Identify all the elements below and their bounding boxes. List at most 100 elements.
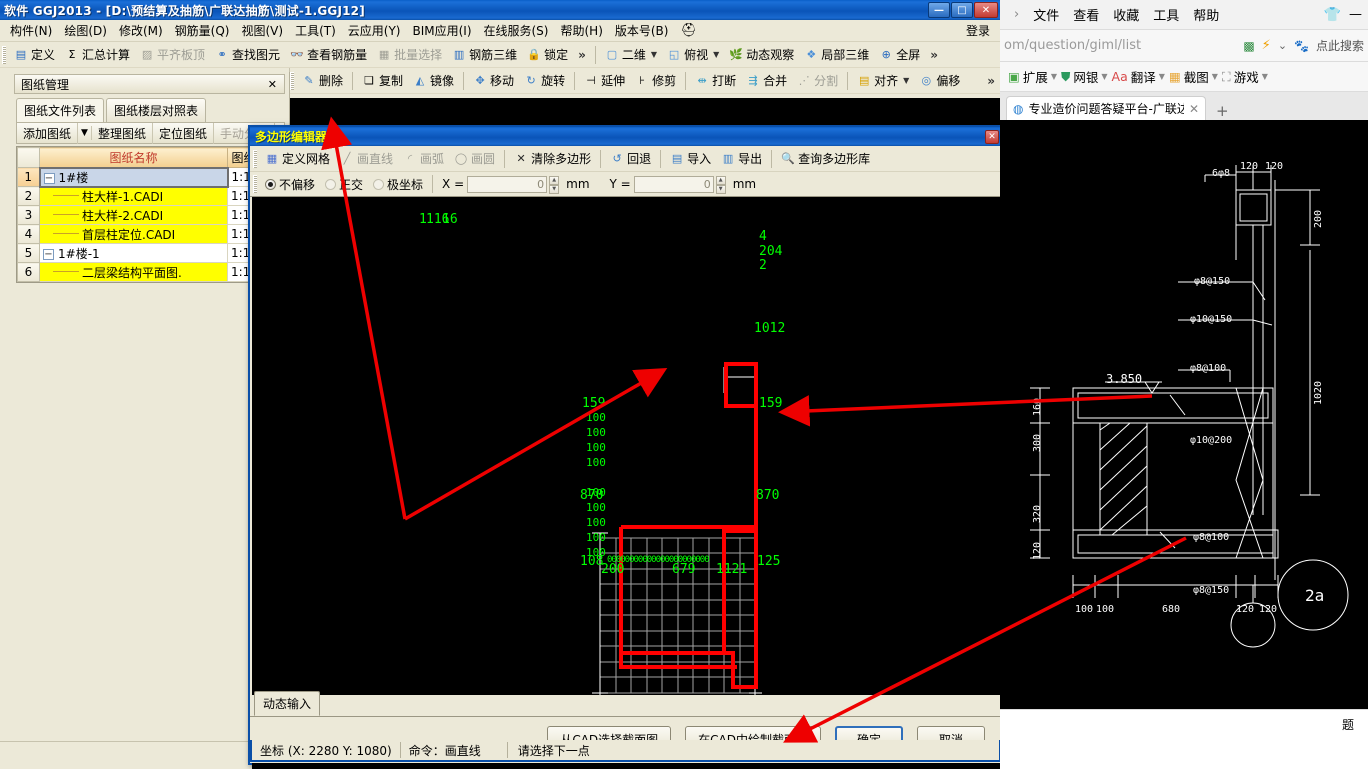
radio-orthogonal[interactable]: 正交 (320, 175, 368, 194)
row-drawing-name[interactable]: 柱大样-2.CADI (39, 205, 228, 225)
cad-detail-viewport[interactable]: 6φ8 120 120 200 1020 φ8@150 φ10@150 φ8@1… (1000, 120, 1368, 730)
new-tab-button[interactable]: + (1206, 102, 1239, 120)
radio-orthogonal-dot[interactable] (325, 178, 337, 190)
row-drawing-name[interactable]: 二层梁结构平面图. (39, 262, 228, 282)
browser-minimize-button[interactable]: — (1349, 7, 1362, 22)
dialog-toolbar-grip[interactable] (253, 149, 257, 168)
row-drawing-name[interactable]: −1#楼-1 (39, 243, 228, 263)
bank-button[interactable]: ⛊ 网银 ▼ (1061, 67, 1108, 86)
locate-drawing-button[interactable]: 定位图纸 (153, 122, 214, 144)
menu-item-modify[interactable]: 修改(M) (113, 20, 169, 41)
chevron-down-icon-2[interactable]: ▼ (711, 50, 719, 59)
close-button[interactable]: ✕ (974, 2, 998, 18)
row-drawing-name[interactable]: 首层柱定位.CADI (39, 224, 228, 244)
tree-expander-icon[interactable]: − (43, 172, 55, 184)
radio-no-offset[interactable]: 不偏移 (260, 175, 320, 194)
y-input[interactable]: 0 (633, 175, 714, 193)
helmet-icon[interactable]: ⛑ (674, 23, 703, 38)
paw-icon[interactable]: 🐾 (1294, 39, 1309, 53)
tool-align[interactable]: ▤ 对齐 ▼ (852, 71, 914, 90)
toolbar-grip[interactable] (2, 45, 6, 64)
row-drawing-name[interactable]: −1#楼 (38, 166, 229, 188)
toolbar1-overflow-button[interactable]: » (573, 48, 591, 62)
tool-break[interactable]: ⇹ 打断 (690, 71, 741, 90)
radio-no-offset-dot[interactable] (265, 178, 276, 190)
browser-menu-view[interactable]: 查看 (1073, 5, 1099, 24)
tool-offset[interactable]: ◎ 偏移 (914, 71, 965, 90)
menu-item-component[interactable]: 构件(N) (4, 20, 58, 41)
chevron-down-icon[interactable]: ▼ (1051, 72, 1057, 81)
tool-view-rebar-qty[interactable]: 👓 查看钢筋量 (285, 45, 372, 64)
screenshot-button[interactable]: ▦ 截图 ▼ (1169, 67, 1218, 86)
menu-item-version[interactable]: 版本号(B) (609, 20, 675, 41)
radio-polar-dot[interactable] (373, 178, 385, 190)
menu-item-rebar[interactable]: 钢筋量(Q) (169, 20, 236, 41)
modify-toolbar-grip[interactable] (290, 71, 294, 90)
chevron-down-icon[interactable]: ▼ (1101, 72, 1107, 81)
y-spinner[interactable]: ▲ ▼ (715, 175, 726, 194)
chevron-down-icon[interactable]: ▼ (1262, 72, 1268, 81)
menu-item-tools[interactable]: 工具(T) (289, 20, 342, 41)
login-button[interactable]: 登录 (956, 20, 1000, 41)
table-row[interactable]: 5 −1#楼-1 1:1 (17, 243, 284, 263)
menu-item-help[interactable]: 帮助(H) (554, 20, 608, 41)
tool-query-polygon-lib[interactable]: 🔍 查询多边形库 (776, 149, 875, 168)
search-placeholder[interactable]: 点此搜索 (1316, 37, 1364, 54)
browser-menu-file[interactable]: 文件 (1033, 5, 1059, 24)
close-icon[interactable]: ✕ (264, 78, 281, 91)
tool-extend[interactable]: ⊣ 延伸 (579, 71, 630, 90)
tool-rebar-3d[interactable]: ▥ 钢筋三维 (447, 45, 522, 64)
tool-delete[interactable]: ✎ 删除 (297, 71, 348, 90)
chevron-down-icon[interactable]: ⌄ (1278, 39, 1287, 52)
tool-local-3d[interactable]: ❖ 局部三维 (799, 45, 874, 64)
tool-move[interactable]: ✥ 移动 (468, 71, 519, 90)
table-row[interactable]: 6 二层梁结构平面图. 1:1 (17, 262, 284, 282)
maximize-button[interactable]: □ (951, 2, 973, 18)
tool-dynamic-observe[interactable]: 🌿 动态观察 (724, 45, 799, 64)
table-row[interactable]: 4 首层柱定位.CADI 1:1 (17, 224, 284, 244)
tool-define[interactable]: ▤ 定义 (9, 45, 60, 64)
chevron-down-icon-3[interactable]: ▼ (901, 76, 909, 85)
browser-tab[interactable]: ◍ 专业造价问题答疑平台-广联达服 ✕ (1006, 96, 1206, 120)
chevron-right-icon[interactable]: › (1014, 7, 1019, 22)
game-button[interactable]: ⛶ 游戏 ▼ (1222, 67, 1268, 86)
tool-copy[interactable]: ❏ 复制 (357, 71, 408, 90)
menu-item-online[interactable]: 在线服务(S) (478, 20, 555, 41)
browser-menu-tools[interactable]: 工具 (1153, 5, 1179, 24)
tool-find-element[interactable]: ⚭ 查找图元 (210, 45, 285, 64)
tool-merge[interactable]: ⇶ 合并 (741, 71, 792, 90)
add-drawing-caret[interactable]: ▼ (78, 126, 92, 140)
row-drawing-name[interactable]: 柱大样-1.CADI (39, 186, 228, 206)
translate-button[interactable]: Aa 翻译 ▼ (1112, 67, 1165, 86)
polygon-drawing-canvas[interactable]: 1 116 16 4 204 2 1012 159 159 870 870 12… (252, 197, 1003, 769)
tool-export[interactable]: ▥ 导出 (716, 149, 767, 168)
lightning-icon[interactable]: ⚡ (1262, 38, 1271, 53)
organize-drawing-button[interactable]: 整理图纸 (92, 122, 153, 144)
minimize-button[interactable]: — (928, 2, 950, 18)
tool-summary-calc[interactable]: Σ 汇总计算 (60, 45, 135, 64)
tool-trim[interactable]: ⊦ 修剪 (630, 71, 681, 90)
dialog-close-button[interactable]: ✕ (985, 129, 999, 144)
menu-item-bim[interactable]: BIM应用(I) (406, 20, 477, 41)
table-row[interactable]: 1 −1#楼 1:1 (17, 166, 284, 188)
view-overflow-button[interactable]: » (925, 48, 943, 62)
chevron-down-icon[interactable]: ▼ (1159, 72, 1165, 81)
tab-close-icon[interactable]: ✕ (1189, 102, 1199, 116)
shirt-icon[interactable]: 👕 (1324, 7, 1341, 23)
tool-define-grid[interactable]: ▦ 定义网格 (260, 149, 335, 168)
qrcode-icon[interactable]: ▩ (1243, 39, 1254, 53)
tool-clear-polygon[interactable]: ✕ 清除多边形 (509, 149, 596, 168)
menu-item-view[interactable]: 视图(V) (235, 20, 289, 41)
radio-polar[interactable]: 极坐标 (368, 175, 428, 194)
chevron-down-icon[interactable]: ▼ (1212, 72, 1218, 81)
x-spinner[interactable]: ▲ ▼ (549, 175, 560, 194)
tab-file-list[interactable]: 图纸文件列表 (16, 98, 105, 122)
chevron-down-icon[interactable]: ▼ (649, 50, 657, 59)
tool-import[interactable]: ▤ 导入 (665, 149, 716, 168)
tree-expander-icon[interactable]: − (43, 248, 54, 260)
menu-item-draw[interactable]: 绘图(D) (58, 20, 113, 41)
browser-menu-help[interactable]: 帮助 (1193, 5, 1219, 24)
table-row[interactable]: 2 柱大样-1.CADI 1:1 (17, 186, 284, 206)
tool-lock[interactable]: 🔒 锁定 (522, 45, 573, 64)
extension-button[interactable]: ▣ 扩展 ▼ (1008, 67, 1057, 86)
